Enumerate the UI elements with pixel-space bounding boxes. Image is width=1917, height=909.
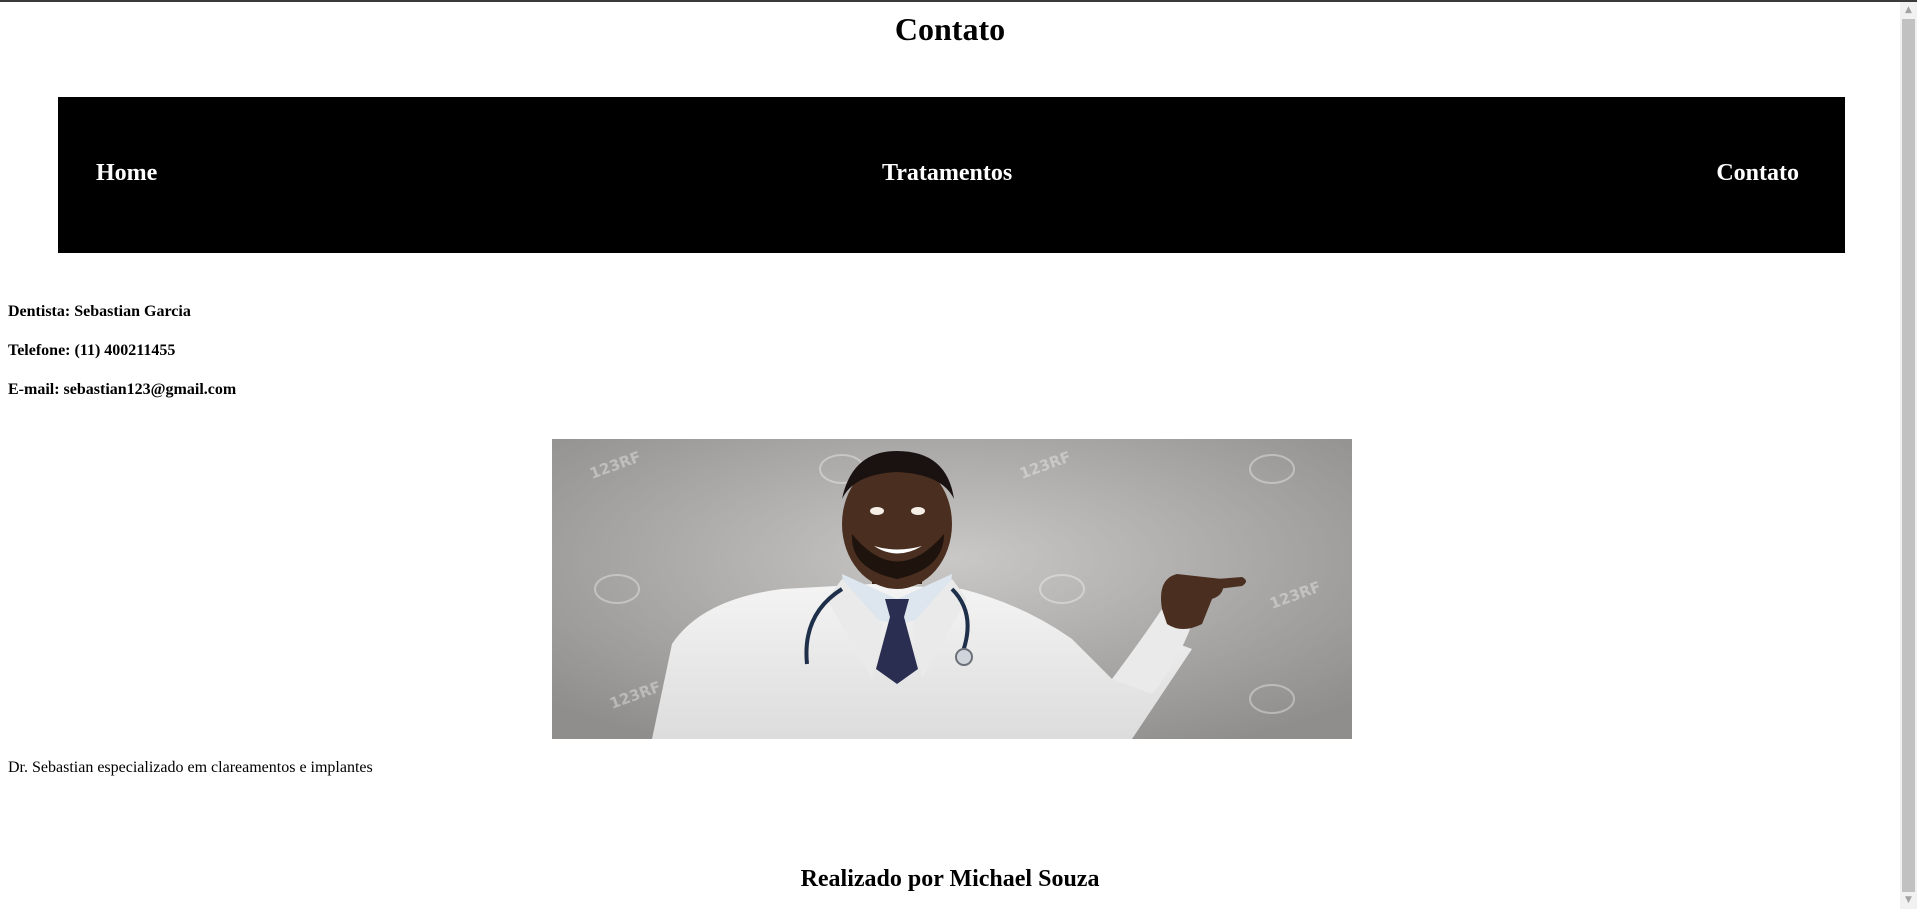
nav-link-home[interactable]: Home — [96, 155, 157, 191]
phone-number: Telefone: (11) 400211455 — [8, 342, 176, 359]
email-address: E-mail: sebastian123@gmail.com — [8, 381, 237, 398]
footer-credit: Realizado por Michael Souza — [800, 866, 1100, 892]
dentist-photo: 123RF 123RF 123RF 123RF — [552, 439, 1352, 739]
navbar: Home Tratamentos Contato — [58, 97, 1845, 253]
nav-link-tratamentos[interactable]: Tratamentos — [882, 155, 1012, 191]
page-title: Contato — [894, 11, 1006, 47]
nav-link-contato[interactable]: Contato — [1716, 155, 1799, 191]
dentist-caption: Dr. Sebastian especializado em clareamen… — [8, 759, 373, 776]
arrow-up-icon[interactable]: ▲ — [1900, 2, 1917, 19]
arrow-down-icon[interactable]: ▼ — [1900, 892, 1917, 909]
window-top-border — [0, 0, 1917, 2]
scrollbar-thumb[interactable] — [1902, 19, 1915, 892]
dentist-name: Dentista: Sebastian Garcia — [8, 303, 191, 320]
vertical-scrollbar[interactable]: ▲ ▼ — [1900, 2, 1917, 909]
